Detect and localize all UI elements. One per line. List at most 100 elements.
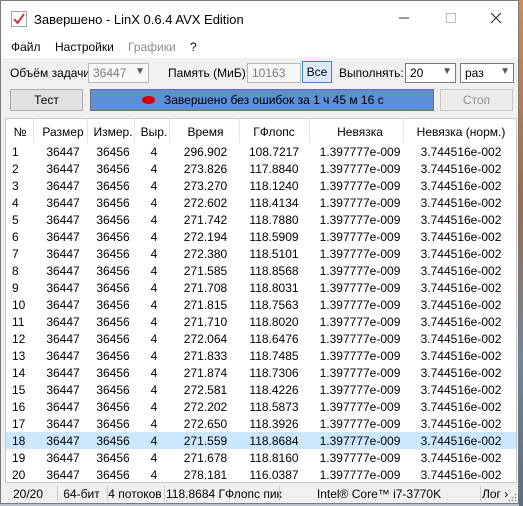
table-row[interactable]: 11 36447 36456 4 271.710 118.8020 1.397777e-00… [6, 313, 516, 330]
header-col-gflops[interactable]: ГФлопс [242, 125, 306, 139]
status-divider [57, 486, 58, 501]
cell-time: 271.710 [183, 315, 228, 329]
cell-number: 19 [12, 451, 26, 465]
header-divider [134, 119, 135, 143]
cell-time: 271.833 [183, 349, 228, 363]
menu-help[interactable]: ? [190, 40, 197, 54]
table-row[interactable]: 4 36447 36456 4 272.602 118.4134 1.397777e-009… [6, 194, 516, 211]
run-unit-select[interactable]: раз ▼ [460, 63, 514, 83]
cell-residual-norm: 3.744516e-002 [420, 383, 502, 397]
cell-gflops: 118.8160 [249, 451, 299, 465]
status-divider [480, 486, 481, 501]
header-col-residual-norm[interactable]: Невязка (норм.) [406, 125, 516, 139]
table-row[interactable]: 13 36447 36456 4 271.833 118.7485 1.397777e-00… [6, 347, 516, 364]
all-memory-button[interactable]: Все [302, 61, 332, 83]
cell-size: 36447 [46, 400, 80, 414]
table-row[interactable]: 17 36447 36456 4 272.650 118.3926 1.397777e-00… [6, 415, 516, 432]
cell-number: 14 [12, 366, 26, 380]
table-row[interactable]: 1 36447 36456 4 296.902 108.7217 1.397777e-009… [6, 143, 516, 160]
cell-gflops: 118.7563 [249, 298, 299, 312]
cell-size: 36447 [46, 162, 80, 176]
cell-residual-norm: 3.744516e-002 [420, 145, 502, 159]
cell-gflops: 118.8031 [249, 281, 299, 295]
task-size-field[interactable]: 36447 ▼ [88, 63, 149, 83]
cell-align: 4 [150, 196, 158, 210]
table-row[interactable]: 16 36447 36456 4 272.202 118.5873 1.397777e-00… [6, 398, 516, 415]
log-button[interactable]: Лог › [482, 487, 508, 501]
cell-align: 4 [150, 332, 158, 346]
cell-gflops: 108.7217 [248, 145, 300, 159]
cell-time: 272.650 [183, 417, 228, 431]
action-row: Тест Завершено без ошибок за 1 ч 45 м 16… [1, 89, 518, 113]
cell-residual-norm: 3.744516e-002 [420, 247, 502, 261]
cell-align: 4 [150, 417, 158, 431]
run-count-field[interactable]: 20 ▼ [405, 63, 456, 83]
memory-field[interactable]: 10163 [247, 63, 301, 83]
maximize-icon [445, 13, 456, 23]
cell-align: 4 [150, 264, 158, 278]
minimize-button[interactable] [381, 1, 426, 38]
table-row[interactable]: 20 36447 36456 4 278.181 116.0387 1.397777e-00… [6, 466, 516, 482]
status-progress: 20/20 [12, 487, 44, 501]
menu-settings[interactable]: Настройки [55, 40, 114, 54]
cell-measure: 36456 [96, 468, 130, 482]
cell-number: 15 [12, 383, 26, 397]
memory-label: Память (МиБ): [168, 66, 250, 80]
cell-align: 4 [150, 315, 158, 329]
maximize-button[interactable] [428, 1, 473, 38]
results-table[interactable]: № Размер Измер. Выр. Время ГФлопс Невязка Невяз… [5, 118, 517, 483]
cell-number: 11 [12, 315, 25, 329]
table-row[interactable]: 7 36447 36456 4 272.380 118.5101 1.397777e-009… [6, 245, 516, 262]
cell-measure: 36456 [96, 145, 130, 159]
cell-time: 271.585 [183, 264, 228, 278]
cell-time: 278.181 [183, 468, 228, 482]
cell-size: 36447 [46, 451, 80, 465]
cell-gflops: 117.8840 [249, 162, 299, 176]
table-row[interactable]: 14 36447 36456 4 271.874 118.7306 1.397777e-00… [6, 364, 516, 381]
table-row[interactable]: 8 36447 36456 4 271.585 118.8568 1.397777e-009… [6, 262, 516, 279]
table-row[interactable]: 6 36447 36456 4 272.194 118.5909 1.397777e-009… [6, 228, 516, 245]
header-col-time[interactable]: Время [172, 125, 239, 139]
cell-gflops: 118.4134 [249, 196, 299, 210]
test-button[interactable]: Тест [10, 89, 83, 111]
window-title: Завершено - LinX 0.6.4 AVX Edition [34, 12, 244, 27]
table-row[interactable]: 2 36447 36456 4 273.826 117.8840 1.397777e-009… [6, 160, 516, 177]
cell-residual-norm: 3.744516e-002 [420, 332, 502, 346]
cell-size: 36447 [46, 213, 80, 227]
close-button[interactable] [473, 1, 518, 38]
table-row[interactable]: 18 36447 36456 4 271.559 118.8684 1.397777e-00… [6, 432, 516, 449]
progress-text: Завершено без ошибок за 1 ч 45 м 16 с [164, 93, 384, 107]
cell-residual-norm: 3.744516e-002 [420, 315, 502, 329]
cell-residual: 1.397777e-009 [319, 281, 401, 295]
table-row[interactable]: 15 36447 36456 4 272.581 118.4226 1.397777e-00… [6, 381, 516, 398]
cell-gflops: 118.1240 [249, 179, 299, 193]
cell-align: 4 [150, 162, 158, 176]
table-row[interactable]: 10 36447 36456 4 271.815 118.7563 1.397777e-00… [6, 296, 516, 313]
menu-file[interactable]: Файл [11, 40, 41, 54]
title-bar[interactable]: Завершено - LinX 0.6.4 AVX Edition [1, 1, 518, 38]
cell-align: 4 [150, 298, 158, 312]
cell-gflops: 118.7880 [249, 213, 299, 227]
cell-align: 4 [150, 145, 158, 159]
header-divider [239, 119, 240, 143]
menu-graphs[interactable]: Графики [128, 40, 176, 54]
header-col-number[interactable]: № [8, 125, 32, 139]
header-col-align[interactable]: Выр. [137, 125, 171, 139]
table-row[interactable]: 12 36447 36456 4 272.064 118.6476 1.397777e-00… [6, 330, 516, 347]
resize-grip-icon[interactable] [508, 493, 517, 502]
minimize-icon [398, 17, 409, 19]
table-body: 1 36447 36456 4 296.902 108.7217 1.397777e-009… [6, 143, 516, 482]
cell-residual: 1.397777e-009 [319, 162, 401, 176]
table-row[interactable]: 3 36447 36456 4 273.270 118.1240 1.397777e-009… [6, 177, 516, 194]
header-col-measure[interactable]: Измер. [90, 125, 136, 139]
table-row[interactable]: 19 36447 36456 4 271.678 118.8160 1.397777e-00… [6, 449, 516, 466]
stop-button[interactable]: Стоп [440, 89, 513, 111]
cell-number: 16 [12, 400, 26, 414]
header-col-residual[interactable]: Невязка [312, 125, 408, 139]
header-col-size[interactable]: Размер [36, 125, 90, 139]
cell-size: 36447 [46, 298, 80, 312]
task-size-label: Объём задачи: [10, 66, 94, 80]
table-row[interactable]: 9 36447 36456 4 271.708 118.8031 1.397777e-009… [6, 279, 516, 296]
cell-time: 272.194 [183, 230, 228, 244]
table-row[interactable]: 5 36447 36456 4 271.742 118.7880 1.397777e-009… [6, 211, 516, 228]
